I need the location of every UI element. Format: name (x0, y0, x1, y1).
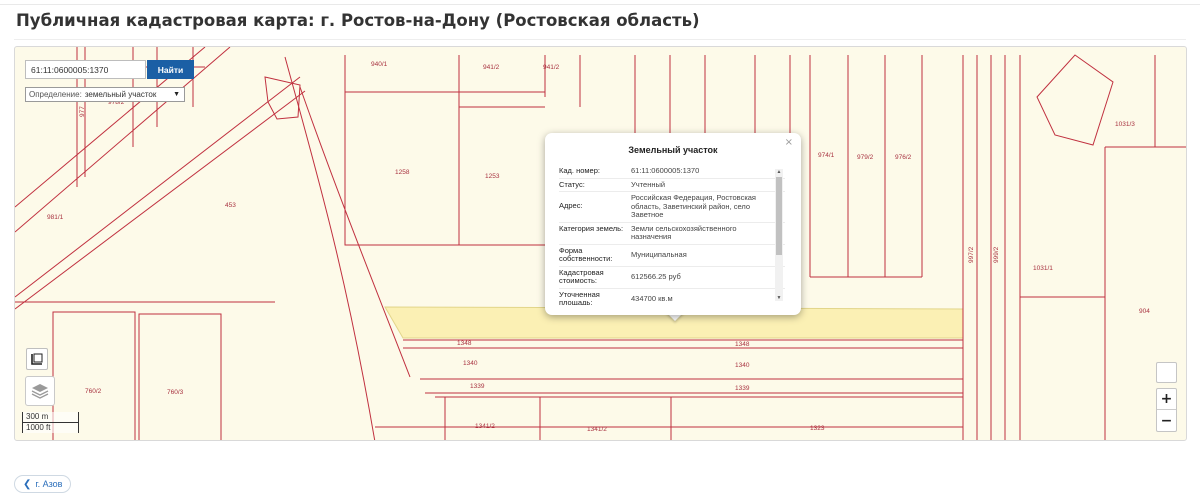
parcel-label: 1341/2 (475, 423, 495, 430)
parcel-label: 941/2 (483, 64, 500, 71)
detail-value: Муниципальная (631, 249, 687, 259)
detail-row-ownership: Форма собственности: Муниципальная (559, 245, 785, 267)
parcel-label: 1258 (395, 169, 410, 176)
detail-value: 434700 кв.м (631, 293, 673, 303)
popup-details: Кад. номер: 61:11:0600005:1370 Статус: У… (559, 165, 785, 305)
detail-key: Статус: (559, 179, 585, 189)
top-divider (0, 4, 1200, 5)
parcel-label: 976/2 (895, 154, 912, 161)
parcel-label: 760/2 (85, 388, 102, 395)
definition-value: земельный участок (84, 90, 157, 99)
definition-label: Определение: (29, 90, 82, 99)
scroll-down-icon[interactable]: ▼ (775, 295, 783, 301)
search-button[interactable]: Найти (147, 60, 194, 79)
parcel-label: 981/1 (47, 214, 64, 221)
scroll-up-icon[interactable]: ▲ (775, 169, 783, 175)
detail-row-status: Статус: Учтенный (559, 179, 785, 192)
map-scale: 300 m 1000 ft (22, 412, 79, 433)
detail-value: Российская Федерация, Ростовская область… (631, 193, 756, 219)
detail-key: Адрес: (559, 201, 583, 210)
detail-key: Уточненная площадь: (559, 289, 600, 305)
parcel-label: 999/2 (993, 246, 1000, 263)
layers-button[interactable] (25, 376, 55, 406)
parcel-label: 940/1 (371, 61, 388, 68)
detail-row-land-category: Категория земель: Земли сельскохозяйстве… (559, 223, 785, 245)
fullscreen-button[interactable] (1156, 362, 1177, 383)
back-link[interactable]: ❮ г. Азов (14, 475, 72, 493)
parcel-label: 1348 (457, 340, 472, 347)
parcel-label: 1031/3 (1115, 121, 1135, 128)
detail-value: 612566.25 руб (631, 271, 681, 281)
parcel-label: 974/1 (818, 152, 835, 159)
popup-title: Земельный участок (628, 145, 718, 155)
layers-icon (31, 384, 49, 399)
cadastral-map[interactable]: 940/1 941/2 941/2 978/2 977 1258 1253 45… (14, 46, 1187, 441)
corner-select-icon (31, 353, 43, 365)
detail-row-cadastral-value: Кадастровая стоимость: 612566.25 руб (559, 267, 785, 289)
cadastral-number-input[interactable] (25, 60, 146, 79)
detail-key: Кад. номер: (559, 166, 600, 175)
area-select-button[interactable] (26, 348, 48, 370)
parcel-label: 1323 (810, 425, 825, 432)
chevron-down-icon: ▼ (173, 91, 180, 98)
zoom-in-button[interactable]: + (1157, 389, 1176, 410)
parcel-label: 977 (79, 106, 86, 117)
parcel-label: 941/2 (543, 64, 560, 71)
zoom-control: + − (1156, 388, 1177, 432)
popup-scrollbar[interactable]: ▲ ▼ (775, 169, 783, 301)
detail-row-address: Адрес: Российская Федерация, Ростовская … (559, 192, 785, 223)
parcel-label: 1339 (735, 385, 750, 392)
detail-key: Кадастровая стоимость: (559, 267, 604, 285)
detail-row-area: Уточненная площадь: 434700 кв.м (559, 289, 785, 305)
parcel-label: 1341/2 (587, 426, 607, 433)
definition-select[interactable]: Определение: земельный участок ▼ (25, 87, 185, 102)
parcel-label: 1340 (463, 360, 478, 367)
parcel-label: 904 (1139, 308, 1150, 315)
parcel-label: 760/3 (167, 389, 184, 396)
zoom-out-button[interactable]: − (1157, 410, 1176, 431)
page-title: Публичная кадастровая карта: г. Ростов-н… (16, 11, 700, 30)
parcel-label: 453 (225, 202, 236, 209)
parcel-info-popup: × Земельный участок Кад. номер: 61:11:06… (545, 133, 801, 315)
detail-value: Учтенный (631, 179, 666, 189)
parcel-label: 1253 (485, 173, 500, 180)
parcel-label: 997/2 (968, 246, 975, 263)
title-divider (14, 39, 1186, 40)
chevron-left-icon: ❮ (23, 478, 32, 490)
scale-metric: 300 m (22, 412, 79, 423)
parcel-label: 979/2 (857, 154, 874, 161)
detail-key: Категория земель: (559, 223, 624, 233)
detail-value: 61:11:0600005:1370 (631, 166, 700, 175)
parcel-label: 1339 (470, 383, 485, 390)
detail-value: Земли сельскохозяйственного назначения (631, 223, 737, 241)
scale-imperial: 1000 ft (22, 423, 79, 433)
detail-key: Форма собственности: (559, 245, 613, 263)
parcel-label: 1348 (735, 341, 750, 348)
back-link-label: г. Азов (35, 479, 63, 489)
parcel-label: 1031/1 (1033, 265, 1053, 272)
parcel-label: 1340 (735, 362, 750, 369)
detail-row-cadastral-number: Кад. номер: 61:11:0600005:1370 (559, 165, 785, 179)
scrollbar-thumb[interactable] (776, 177, 782, 255)
